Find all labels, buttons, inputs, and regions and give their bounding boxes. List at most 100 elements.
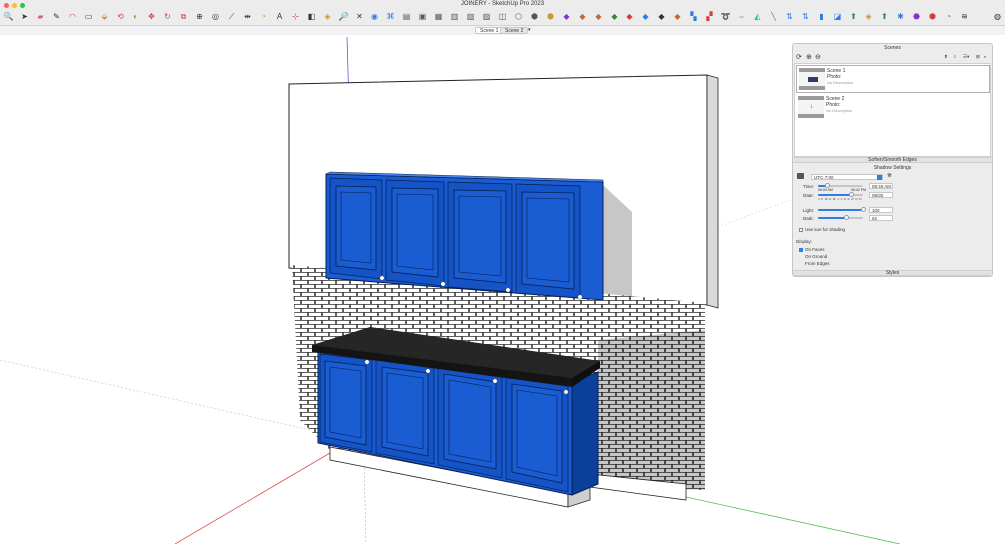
- search-sketchup-icon[interactable]: ◍: [992, 11, 1003, 23]
- offset-icon[interactable]: ⟲: [115, 11, 126, 23]
- scene-item[interactable]: Scene 1 Photo: No Description: [796, 65, 990, 93]
- walk-icon[interactable]: ◈: [322, 11, 333, 23]
- wireframe-icon[interactable]: ⬡: [513, 11, 524, 23]
- follow-me-icon[interactable]: ⊕: [194, 11, 205, 23]
- textured-icon[interactable]: ◆: [561, 11, 572, 23]
- subtract-icon[interactable]: ◆: [640, 11, 651, 23]
- add-detail-icon[interactable]: ╲: [768, 11, 779, 23]
- upper-cabinets[interactable]: [325, 171, 604, 301]
- sync-icon[interactable]: ◔: [943, 11, 954, 23]
- protractor-icon[interactable]: ◔: [258, 11, 269, 23]
- on-ground-label[interactable]: On Ground: [805, 254, 827, 259]
- utc-value: UTC-7:00: [814, 175, 834, 180]
- styles-panel-title[interactable]: Styles: [793, 270, 992, 276]
- on-faces-checkbox[interactable]: [799, 248, 803, 252]
- remove-scene-icon[interactable]: ⊖: [815, 53, 821, 61]
- top-view-icon[interactable]: ▤: [401, 11, 412, 23]
- xray-icon[interactable]: ◫: [497, 11, 508, 23]
- tape-measure-icon[interactable]: ⟋: [226, 11, 237, 23]
- style-builder-icon[interactable]: ⬆: [879, 11, 890, 23]
- front-view-icon[interactable]: ▣: [417, 11, 428, 23]
- time-field[interactable]: 08:40 AM: [869, 183, 893, 189]
- ruby-console-icon[interactable]: ⬣: [911, 11, 922, 23]
- move-scene-down-icon[interactable]: ⬇: [953, 54, 957, 60]
- orbit-icon[interactable]: ◎: [210, 11, 221, 23]
- curve-icon[interactable]: ≋: [959, 11, 970, 23]
- bottom-view-icon[interactable]: ▨: [481, 11, 492, 23]
- light-field[interactable]: 100: [869, 207, 893, 213]
- time-slider[interactable]: [818, 183, 863, 188]
- dark-slider[interactable]: [818, 215, 863, 220]
- trim-icon[interactable]: ◆: [656, 11, 667, 23]
- arc-icon[interactable]: ◠: [67, 11, 78, 23]
- line-icon[interactable]: ✎: [51, 11, 62, 23]
- scene-item[interactable]: ↓ Scene 2 Photo: No Description: [796, 94, 990, 122]
- zoom-icon[interactable]: 🔍: [3, 11, 14, 23]
- union-icon[interactable]: ◆: [624, 11, 635, 23]
- rectangle-icon[interactable]: ▭: [83, 11, 94, 23]
- monochrome-icon[interactable]: ◆: [577, 11, 588, 23]
- trimble-connect-icon[interactable]: ✱: [895, 11, 906, 23]
- wall-panel-side: [706, 74, 719, 309]
- split-icon[interactable]: ◆: [672, 11, 683, 23]
- text-icon[interactable]: A: [274, 11, 285, 23]
- hide-details-icon[interactable]: ⊞: [976, 54, 980, 60]
- previous-view-icon[interactable]: ◉: [369, 11, 380, 23]
- sandbox-scratch-icon[interactable]: ▞: [704, 11, 715, 23]
- axes-icon[interactable]: ⊹: [290, 11, 301, 23]
- update-scene-icon[interactable]: ⟳: [796, 53, 802, 61]
- intersect-icon[interactable]: ◆: [609, 11, 620, 23]
- right-view-icon[interactable]: ▦: [433, 11, 444, 23]
- expand-icon[interactable]: ◐: [984, 54, 987, 59]
- drape-icon[interactable]: ◭: [752, 11, 763, 23]
- warehouse-icon[interactable]: ⇅: [800, 11, 811, 23]
- iso-view-icon[interactable]: ⌘: [385, 11, 396, 23]
- utc-select[interactable]: UTC-7:00: [811, 174, 883, 180]
- use-sun-checkbox[interactable]: [799, 228, 803, 232]
- sandbox-contours-icon[interactable]: ▚: [688, 11, 699, 23]
- push-pull-icon[interactable]: ⬙: [99, 11, 110, 23]
- flip-edge-icon[interactable]: ⇅: [784, 11, 795, 23]
- eraser-icon[interactable]: ▰: [35, 11, 46, 23]
- scene-tabs-menu-button[interactable]: ▾: [524, 27, 535, 34]
- back-view-icon[interactable]: ▥: [449, 11, 460, 23]
- date-field[interactable]: 09/30: [869, 192, 893, 198]
- extension-warehouse-icon[interactable]: ◪: [832, 11, 843, 23]
- move-icon[interactable]: ✥: [146, 11, 157, 23]
- time-start-label: 06:00 AM: [818, 188, 833, 192]
- scene-thumbnail: ↓: [798, 96, 824, 118]
- solar-north-icon[interactable]: ⬢: [927, 11, 938, 23]
- sun-direction-icon[interactable]: ⛯: [887, 173, 892, 180]
- extension-manager-icon[interactable]: ⬆: [848, 11, 859, 23]
- scene-description: No Description: [826, 108, 853, 113]
- outer-shell-icon[interactable]: ◆: [593, 11, 604, 23]
- paint-bucket-icon[interactable]: ◐: [130, 11, 141, 23]
- zoom-extents-icon[interactable]: ✕: [354, 11, 365, 23]
- rotate-icon[interactable]: ↻: [162, 11, 173, 23]
- time-label: Time:: [803, 184, 815, 189]
- add-scene-icon[interactable]: ⊕: [806, 53, 812, 61]
- stamp-icon[interactable]: ⌣: [736, 11, 747, 23]
- move-scene-up-icon[interactable]: ⬆: [944, 54, 948, 60]
- dark-field[interactable]: 62: [869, 215, 893, 221]
- smoove-icon[interactable]: ➰: [720, 11, 731, 23]
- zoom-window-icon[interactable]: 🔎: [338, 11, 349, 23]
- layout-icon[interactable]: ◈: [863, 11, 874, 23]
- toggle-shadows-icon[interactable]: [797, 173, 804, 179]
- dark-label: Dark:: [803, 216, 814, 221]
- left-view-icon[interactable]: ▧: [465, 11, 476, 23]
- section-plane-icon[interactable]: ◧: [306, 11, 317, 23]
- light-slider[interactable]: [818, 207, 866, 212]
- share-model-icon[interactable]: ▮: [816, 11, 827, 23]
- soften-edges-panel-title[interactable]: Soften/Smooth Edges: [793, 157, 992, 163]
- date-slider[interactable]: [818, 192, 863, 197]
- scale-icon[interactable]: ⧉: [178, 11, 189, 23]
- view-options-icon[interactable]: ☰▾: [963, 54, 969, 60]
- from-edges-label[interactable]: From Edges: [805, 261, 830, 266]
- scene-tab-bar: Scene 1 Scene 2 ▾: [0, 26, 1005, 35]
- select-icon[interactable]: ➤: [19, 11, 30, 23]
- hidden-line-icon[interactable]: ⬢: [529, 11, 540, 23]
- shaded-icon[interactable]: ⬢: [545, 11, 556, 23]
- dimension-icon[interactable]: ⇹: [242, 11, 253, 23]
- shadow-settings-panel-title: Shadow Settings: [873, 165, 912, 171]
